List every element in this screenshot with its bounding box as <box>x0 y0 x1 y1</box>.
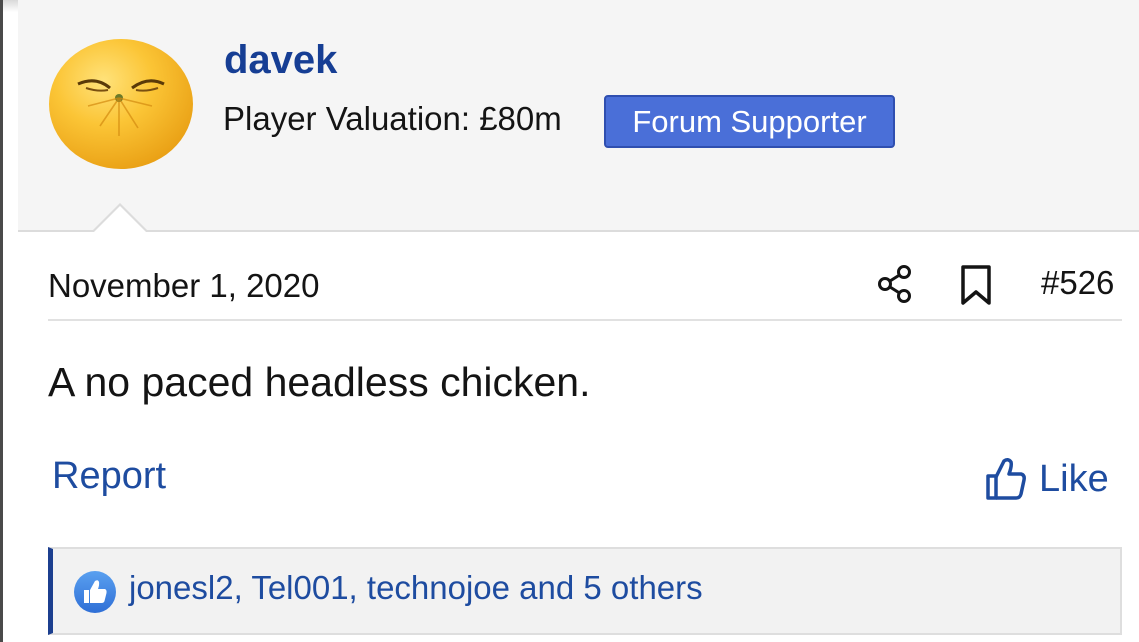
forum-post: davek Player Valuation: £80m Forum Suppo… <box>0 0 1139 642</box>
post-author-username[interactable]: davek <box>224 36 337 84</box>
left-edge-border <box>0 0 3 642</box>
report-button[interactable]: Report <box>52 452 166 500</box>
share-icon[interactable] <box>877 264 915 304</box>
post-body-text: A no paced headless chicken. <box>48 359 591 405</box>
bookmark-icon[interactable] <box>958 264 994 306</box>
like-button[interactable]: Like <box>985 454 1109 504</box>
reactions-users-link[interactable]: jonesl2, Tel001, technojoe and 5 others <box>129 567 703 609</box>
post-date[interactable]: November 1, 2020 <box>48 265 320 307</box>
like-label: Like <box>1039 458 1109 500</box>
post-header-divider <box>48 319 1122 321</box>
thumbs-up-reaction-icon <box>74 571 116 613</box>
post-number-link[interactable]: #526 <box>1041 262 1114 304</box>
player-valuation: Player Valuation: £80m <box>223 100 562 137</box>
avatar[interactable] <box>48 36 194 170</box>
header-pointer-arrow-fill <box>94 206 146 232</box>
thumbs-up-icon <box>986 457 1026 500</box>
forum-supporter-badge: Forum Supporter <box>604 95 895 148</box>
